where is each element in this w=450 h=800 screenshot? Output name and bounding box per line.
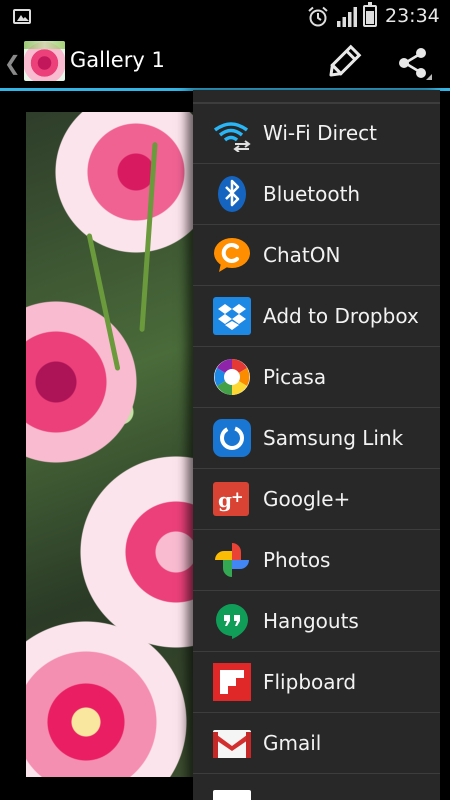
share-button[interactable] [392,42,436,84]
hangouts-icon [216,604,248,639]
share-item-google-plus[interactable]: g + Google+ [193,470,440,530]
share-item-label: Hangouts [263,609,359,633]
clock: 23:34 [385,5,440,27]
picasa-icon [214,359,250,395]
share-item-samsung-link[interactable]: Samsung Link [193,409,440,469]
battery-icon [363,2,377,27]
svg-text:g: g [218,488,232,512]
share-item-photos[interactable]: Photos [193,531,440,591]
gmail-icon [213,730,251,758]
share-item-label: Add to Dropbox [263,304,419,328]
share-item-label: Gmail [263,731,322,755]
samsung-link-icon [213,419,251,457]
photos-icon [215,543,249,577]
chevron-left-icon[interactable]: ❮ [4,51,21,75]
share-item-label: Flipboard [263,670,357,694]
alarm-icon [308,6,328,27]
share-item-label: Picasa [263,365,327,389]
share-item-label: Google+ [263,487,351,511]
share-item-flipboard[interactable]: Flipboard [193,653,440,713]
share-item-wifi-direct[interactable]: Wi-Fi Direct [193,104,440,164]
status-bar: 23:34 [0,0,450,34]
wifi-direct-icon [213,122,251,152]
action-bar: ❮ Gallery 1 [0,34,450,90]
share-item-gmail[interactable]: Gmail [193,714,440,774]
share-menu: Wi-Fi Direct Bluetooth ChatON Add to Dro… [193,90,440,800]
google-plus-icon: g + [213,482,249,516]
flower-stem [139,142,158,332]
photo-image[interactable] [26,112,206,777]
share-item-hangouts[interactable]: Hangouts [193,592,440,652]
share-item-label: Wi-Fi Direct [263,121,377,145]
share-item-chaton[interactable]: ChatON [193,226,440,286]
share-item-label: Photos [263,548,331,572]
edit-icon[interactable] [322,42,364,84]
share-item-picasa[interactable]: Picasa [193,348,440,408]
share-item-label: ChatON [263,243,341,267]
flower-stem [86,233,121,371]
share-item-dropbox[interactable]: Add to Dropbox [193,287,440,347]
page-title[interactable]: Gallery 1 [70,48,165,72]
chaton-icon [214,238,250,272]
bluetooth-icon [218,176,246,212]
flipboard-icon [213,663,251,701]
share-item-label: Bluetooth [263,182,361,206]
next-share-item-icon [213,790,251,800]
album-thumbnail[interactable] [24,41,65,81]
dropbox-icon [213,297,251,335]
svg-text:+: + [231,488,244,506]
gallery-notification-icon [13,9,31,24]
signal-icon [337,7,357,27]
share-item-label: Samsung Link [263,426,404,450]
share-item-bluetooth[interactable]: Bluetooth [193,165,440,225]
overflow-indicator [426,74,432,80]
